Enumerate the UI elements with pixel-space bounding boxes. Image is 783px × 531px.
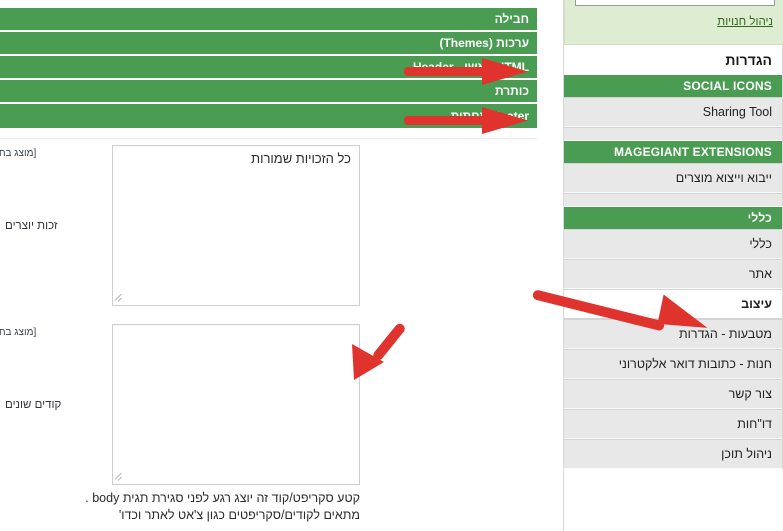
helper-text-line-1: קטע סקריפט/קוד זה יוצג רגע לפני סגירת תג… [85,491,360,505]
design-section-bars: חבילה ערכות (Themes) HTML ראשי - Header … [0,8,537,128]
sidebar-item-general[interactable]: כללי [564,229,782,259]
sidebar-item-label: דו"חות [737,417,772,431]
sidebar-item-contacts[interactable]: צור קשר [564,379,782,409]
sidebar-item-label: צור קשר [728,387,772,401]
sidebar-group-label: SOCIAL ICONS [683,79,772,93]
section-bar-html-header[interactable]: HTML ראשי - Header [0,56,537,80]
sidebar-item-reports[interactable]: דו"חות [564,409,782,439]
section-bar-footer[interactable]: Footer תחתית [0,104,537,128]
panel-divider [0,138,537,140]
settings-sidebar: ניהול חנויות הגדרות SOCIAL ICONS Sharing… [563,0,783,531]
resize-handle-icon[interactable] [115,293,125,303]
helper-text-line-2: מתאים לקודים/סקריפטים כגון צ'אט לאתר וכד… [118,508,360,522]
sidebar-item-spacer [564,193,782,207]
main-content-panel: חבילה ערכות (Themes) HTML ראשי - Header … [0,0,545,531]
copyright-textarea-value: כל הזכויות שמורות [251,151,351,166]
sidebar-item-import-export-products[interactable]: ייבוא וייצוא מוצרים [564,163,782,193]
sidebar-item-spacer [564,127,782,141]
section-bar-label: ערכות (Themes) [439,36,529,50]
resize-handle-icon[interactable] [115,472,125,482]
sidebar-item-design[interactable]: עיצוב [564,289,782,319]
section-bar-title[interactable]: כותרת [0,80,537,104]
sidebar-group-label: MAGEGIANT EXTENSIONS [613,145,772,159]
sidebar-item-label: ניהול תוכן [721,447,772,461]
section-bar-label: חבילה [494,12,529,26]
sidebar-group-general: כללי [564,207,782,229]
field-hint-misc-codes: [מוצג בחנות ללא [0,327,37,338]
section-bar-package[interactable]: חבילה [0,8,537,32]
app-screen: חבילה ערכות (Themes) HTML ראשי - Header … [0,0,783,531]
sidebar-item-label: חנות - כתובות דואר אלקטרוני [618,357,772,371]
sidebar-item-label: אתר [748,267,772,281]
copyright-textarea[interactable]: כל הזכויות שמורות [112,145,360,306]
section-bar-label: כותרת [494,84,529,98]
sidebar-group-social-icons: SOCIAL ICONS [564,75,782,97]
sidebar-item-label: ייבוא וייצוא מוצרים [675,171,772,185]
sidebar-item-label: עיצוב [741,297,772,311]
manage-stores-link[interactable]: ניהול חנויות [717,16,773,28]
sidebar-item-label: כללי [749,237,772,251]
section-bar-label: HTML ראשי - Header [412,60,529,74]
sidebar-item-label: Sharing Tool [702,105,772,119]
store-switcher-panel: ניהול חנויות [564,0,783,45]
sidebar-title: הגדרות [564,45,782,75]
sidebar-menu: הגדרות SOCIAL ICONS Sharing Tool MAGEGIA… [564,45,783,469]
store-select[interactable] [575,0,775,6]
misc-codes-textarea[interactable] [112,324,360,485]
sidebar-item-currency-setup[interactable]: מטבעות - הגדרות [564,319,782,349]
sidebar-item-sharing-tool[interactable]: Sharing Tool [564,97,782,127]
field-hint-copyright: [מוצג בחנות ללא [0,148,37,159]
sidebar-item-website[interactable]: אתר [564,259,782,289]
section-bar-label: Footer תחתית [450,109,529,123]
sidebar-item-content-management[interactable]: ניהול תוכן [564,439,782,469]
sidebar-item-label: מטבעות - הגדרות [679,327,772,341]
sidebar-group-label: כללי [747,211,772,225]
sidebar-item-store-email-addresses[interactable]: חנות - כתובות דואר אלקטרוני [564,349,782,379]
sidebar-group-magegiant-extensions: MAGEGIANT EXTENSIONS [564,141,782,163]
section-bar-themes[interactable]: ערכות (Themes) [0,32,537,56]
